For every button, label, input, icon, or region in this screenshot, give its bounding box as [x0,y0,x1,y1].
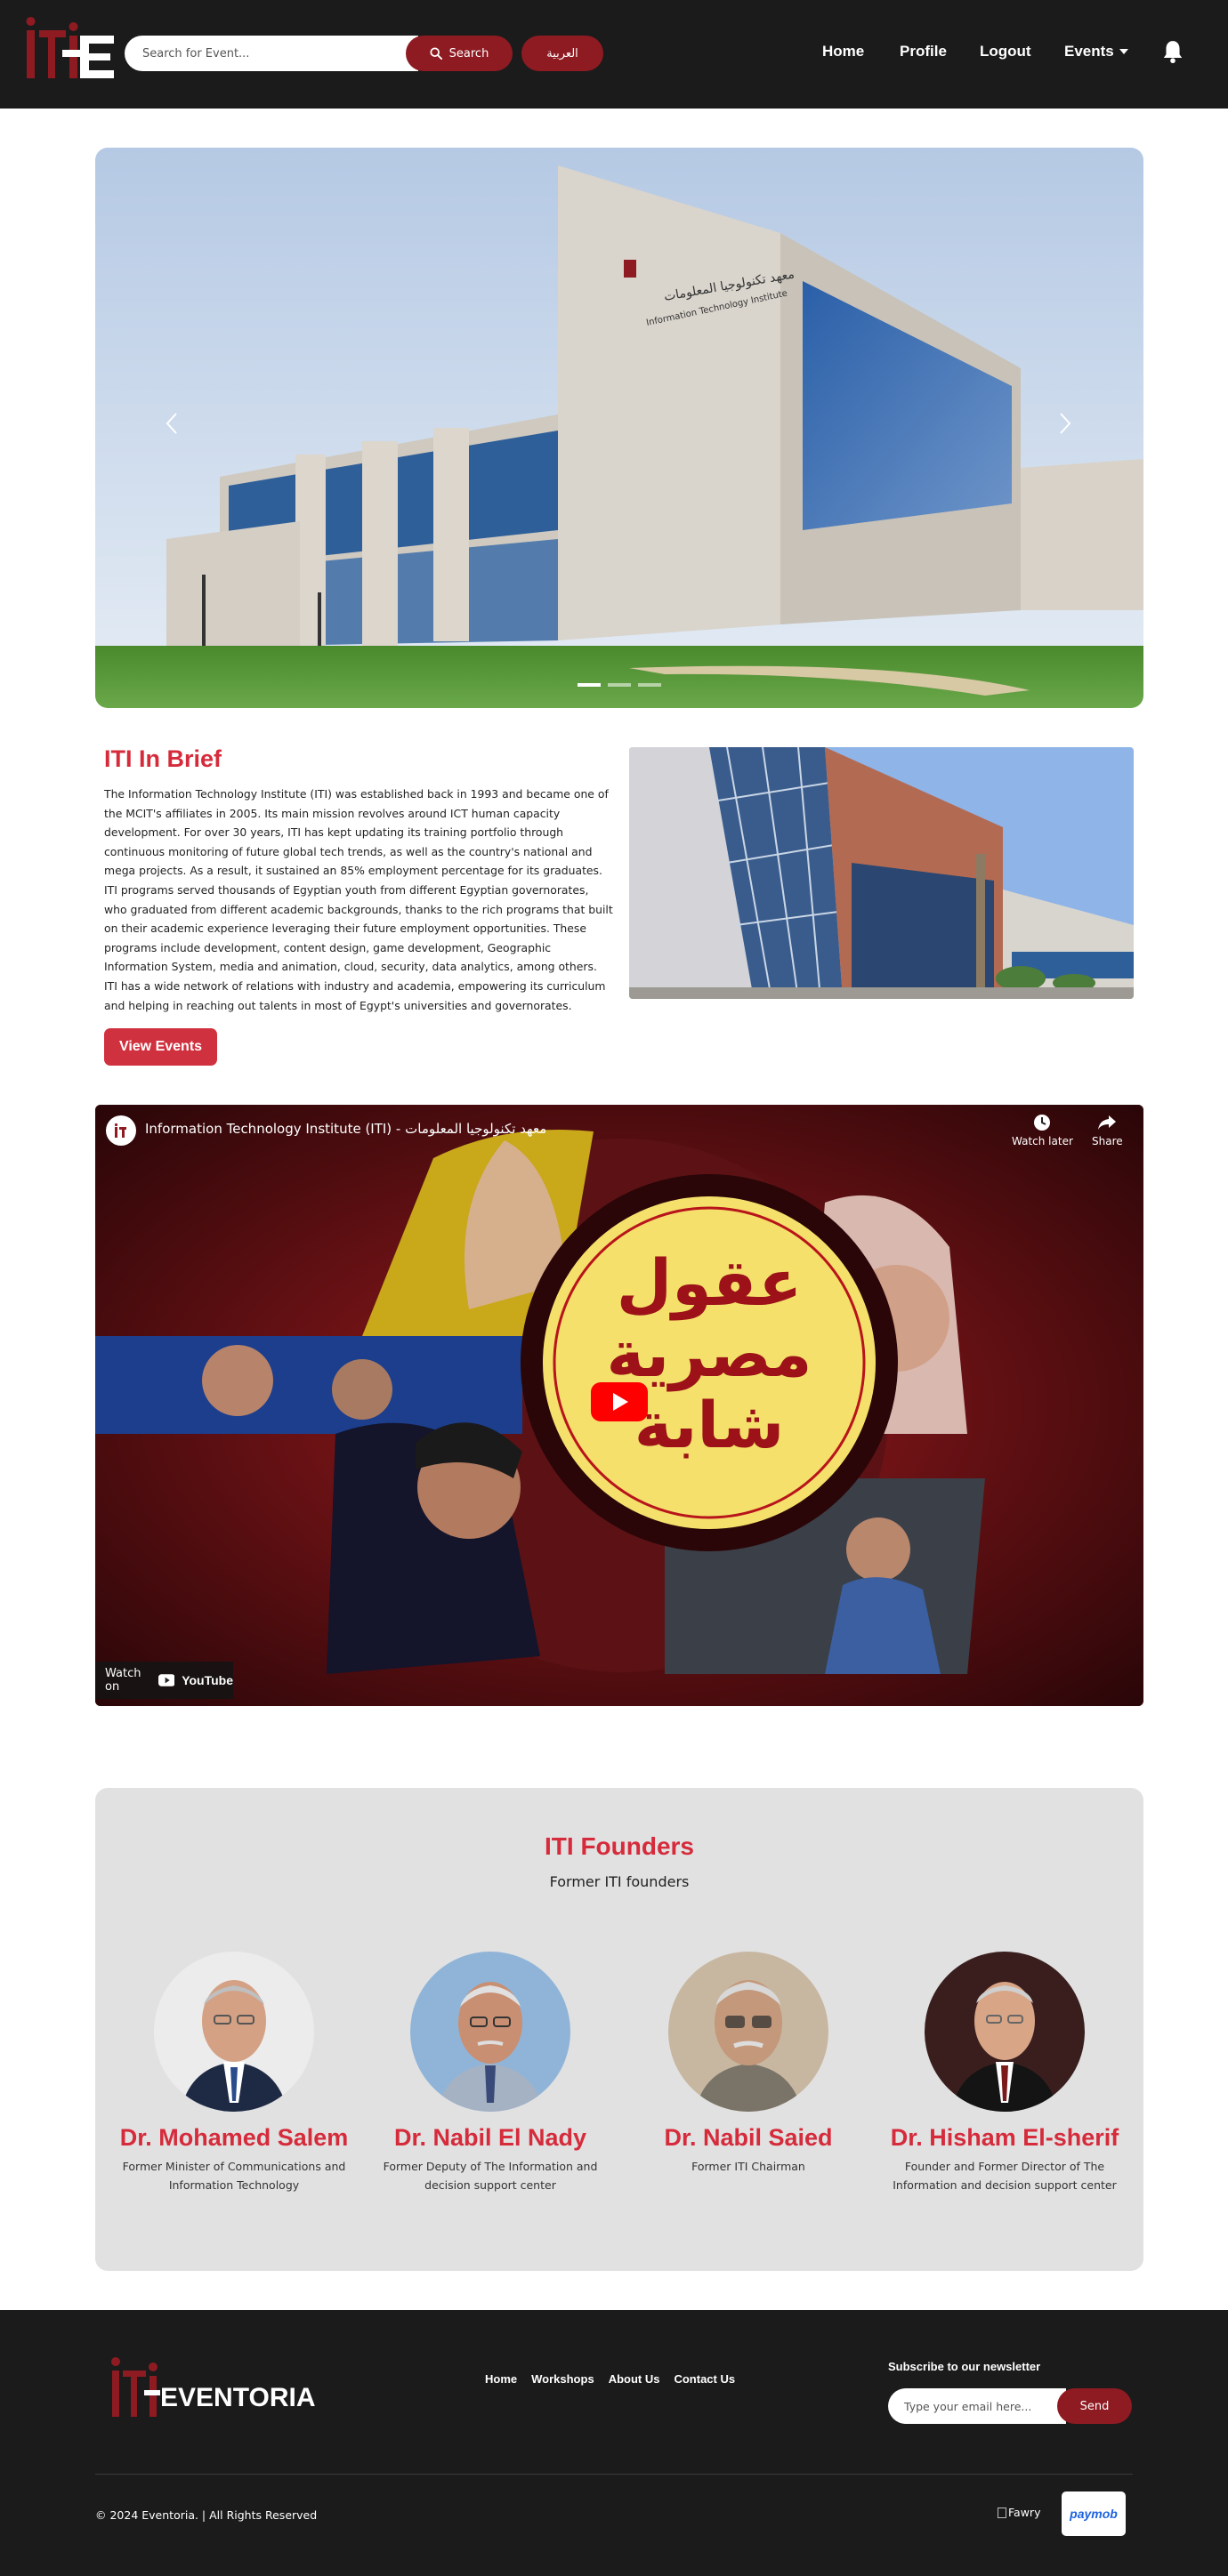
clock-icon [1034,1115,1051,1131]
carousel-indicator[interactable] [638,683,661,687]
thumbnail-text-line: شابة [634,1388,785,1462]
founder-photo [925,1952,1085,2112]
footer-link-contact-us[interactable]: Contact Us [674,2372,735,2386]
founder-card: Dr. Nabil Saied Former ITI Chairman [620,1952,877,2176]
footer-logo-text: EVENTORIA [160,2383,315,2412]
founder-card: Dr. Nabil El Nady Former Deputy of The I… [362,1952,618,2194]
fawry-label: Fawry [1008,2506,1041,2519]
copyright-text: © 2024 Eventoria. | All Rights Reserved [95,2508,318,2522]
video-title[interactable]: Information Technology Institute (ITI) -… [145,1121,546,1137]
thumbnail-text-line: عقول [617,1245,803,1321]
founder-photo [154,1952,314,2112]
founders-title: ITI Founders [545,1832,694,1860]
founder-photo [668,1952,828,2112]
founder-role: Founder and Former Director of The Infor… [893,2160,1117,2192]
share-button[interactable]: Share [1092,1114,1123,1147]
iti-building-image: معهد تكنولوجيا المعلومات Information Tec… [95,148,1143,708]
footer: EVENTORIA Home Workshops About Us Contac… [0,2310,1228,2576]
carousel-indicators [578,683,661,687]
footer-link-workshops[interactable]: Workshops [531,2372,594,2386]
search-button-label: Search [448,46,489,60]
founder-role: Former Deputy of The Information and dec… [383,2160,598,2192]
navbar: Search العربية Home Profile Logout Event… [0,0,1228,109]
founder-name: Dr. Nabil Saied [664,2124,833,2151]
founders-subtitle: Former ITI founders [549,1873,690,1890]
paymob-payment-logo: paymob [1062,2491,1126,2536]
watch-later-label: Watch later [1012,1135,1073,1147]
founder-role: Former ITI Chairman [691,2160,805,2173]
founder-card: Dr. Mohamed Salem Former Minister of Com… [106,1952,362,2194]
carousel-prev-button[interactable] [154,406,190,441]
nav-events-label: Events [1064,43,1114,60]
chevron-down-icon [1119,49,1128,54]
bell-icon[interactable] [1161,39,1184,64]
founders-section: ITI Founders Former ITI founders Dr. Moh… [95,1788,1143,2271]
nav-logout-link[interactable]: Logout [980,43,1031,60]
search-icon [430,47,442,60]
share-icon [1098,1115,1117,1130]
watch-on-youtube-button[interactable]: Watch on YouTube [95,1662,233,1699]
share-label: Share [1092,1135,1123,1147]
broken-image-icon [998,2507,1006,2518]
iti-logo[interactable] [23,14,116,85]
iti-campus-image [629,747,1134,999]
fawry-payment-logo: Fawry [998,2506,1040,2519]
carousel-indicator[interactable] [578,683,601,687]
search-input[interactable] [125,36,418,71]
youtube-video-embed[interactable]: عقول مصرية شابة Information Technology I… [95,1105,1143,1706]
youtube-wordmark: YouTube [182,1673,233,1687]
nav-events-dropdown[interactable]: Events [1064,43,1128,60]
newsletter-email-input[interactable] [888,2388,1066,2424]
language-toggle-label: العربية [546,46,578,60]
carousel-indicator[interactable] [608,683,631,687]
nav-home-link[interactable]: Home [822,43,864,60]
founder-name: Dr. Mohamed Salem [119,2124,349,2151]
youtube-logo-icon [158,1674,175,1686]
watch-later-button[interactable]: Watch later [1012,1114,1073,1147]
chevron-right-icon [1060,413,1071,434]
hero-carousel: معهد تكنولوجيا المعلومات Information Tec… [95,148,1143,708]
channel-avatar[interactable] [106,1115,136,1146]
search-button[interactable]: Search [406,36,513,71]
newsletter-send-button[interactable]: Send [1057,2388,1132,2424]
founder-photo [410,1952,570,2112]
eventoria-logo: EVENTORIA [111,2357,315,2417]
footer-divider [95,2474,1133,2475]
carousel-next-button[interactable] [1047,406,1083,441]
newsletter-title: Subscribe to our newsletter [888,2360,1041,2373]
footer-logo[interactable]: EVENTORIA [109,2355,322,2429]
nav-profile-link[interactable]: Profile [900,43,947,60]
founder-role: Former Minister of Communications and In… [122,2160,346,2192]
watch-on-label: Watch on [105,1667,141,1694]
paymob-label: paymob [1070,2507,1118,2521]
language-toggle-button[interactable]: العربية [521,36,603,71]
footer-link-home[interactable]: Home [485,2372,517,2386]
founder-name: Dr. Nabil El Nady [393,2124,587,2151]
view-events-button[interactable]: View Events [104,1028,217,1066]
footer-link-about-us[interactable]: About Us [609,2372,660,2386]
founder-name: Dr. Hisham El-sherif [890,2124,1119,2151]
iti-logo-icon [114,1123,126,1138]
brief-title: ITI In Brief [104,745,222,772]
thumbnail-text-line: مصرية [606,1316,812,1392]
founder-card: Dr. Hisham El-sherif Founder and Former … [877,1952,1133,2194]
brief-text: The Information Technology Institute (IT… [104,787,613,1012]
footer-links: Home Workshops About Us Contact Us [485,2372,735,2386]
chevron-left-icon [166,413,177,434]
play-button-icon[interactable] [591,1382,648,1421]
